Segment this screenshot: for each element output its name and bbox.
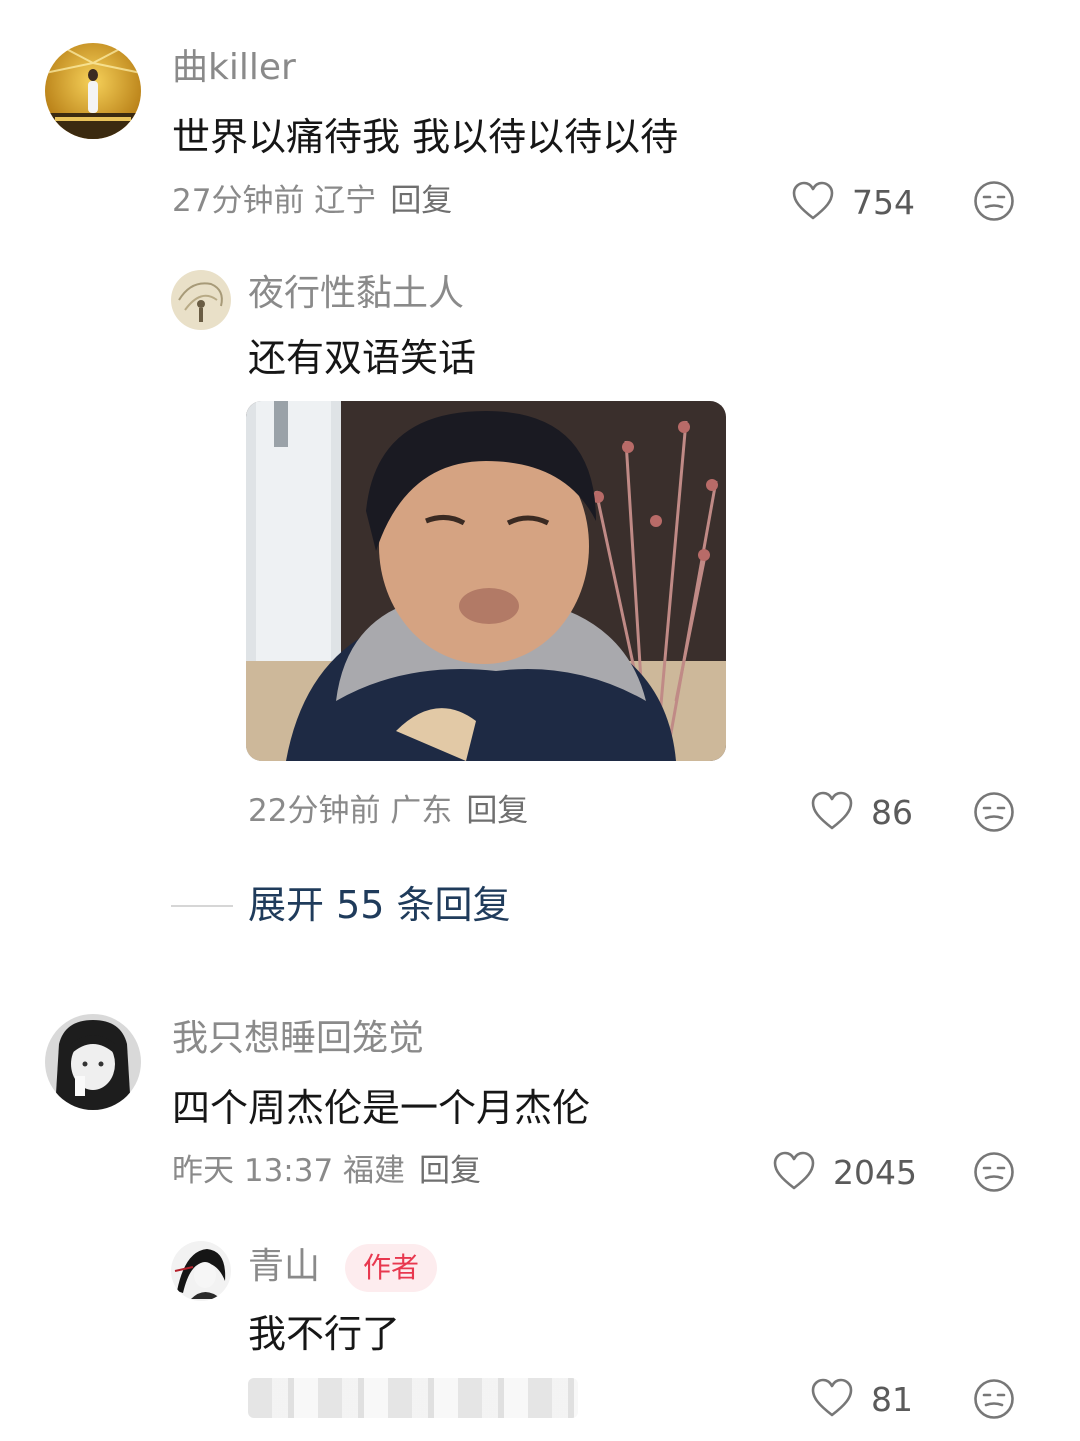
comment-meta: 27分钟前 辽宁 回复 (172, 181, 452, 221)
comment-time-location: 昨天 13:37 福建 (172, 1153, 406, 1189)
reply-time-location: 22分钟前 广东 (248, 793, 453, 829)
comment-username[interactable]: 曲killer (172, 46, 296, 90)
avatar-qingshan[interactable] (171, 1241, 231, 1301)
reply-image-meme[interactable] (246, 401, 726, 761)
comment-time-location: 27分钟前 辽宁 (172, 183, 377, 219)
heart-outline-icon (792, 181, 834, 225)
like-count: 2045 (833, 1153, 917, 1192)
like-button[interactable]: 2045 (773, 1151, 917, 1195)
avatar-qu-killer[interactable] (45, 43, 141, 139)
comment-username[interactable]: 我只想睡回笼觉 (172, 1017, 424, 1061)
meh-face-icon (973, 181, 1015, 226)
reply-text: 我不行了 (248, 1312, 401, 1356)
reply-button[interactable]: 回复 (466, 793, 528, 829)
comment-text: 世界以痛待我 我以待以待以待 (172, 115, 679, 159)
like-count: 754 (852, 183, 915, 222)
dislike-button[interactable] (973, 791, 1015, 837)
meh-face-icon (973, 1379, 1015, 1424)
reply-text: 还有双语笑话 (248, 336, 477, 380)
reply-username[interactable]: 青山 (248, 1245, 320, 1289)
heart-outline-icon (773, 1151, 815, 1195)
expand-replies-button[interactable]: 展开 55 条回复 (248, 882, 511, 928)
heart-outline-icon (811, 791, 853, 835)
like-button[interactable]: 754 (792, 181, 915, 225)
dislike-button[interactable] (973, 1378, 1015, 1424)
comment-text: 四个周杰伦是一个月杰伦 (172, 1086, 591, 1130)
reply-button[interactable]: 回复 (419, 1153, 481, 1189)
reply-meta-obscured (248, 1378, 578, 1418)
author-badge: 作者 (345, 1244, 438, 1292)
meh-face-icon (973, 1152, 1015, 1197)
like-count: 81 (871, 1380, 913, 1419)
dislike-button[interactable] (973, 1151, 1015, 1197)
like-count: 86 (871, 793, 913, 832)
expand-divider (171, 905, 233, 907)
reply-button[interactable]: 回复 (390, 183, 452, 219)
dislike-button[interactable] (973, 180, 1015, 226)
heart-outline-icon (811, 1378, 853, 1422)
like-button[interactable]: 86 (811, 791, 913, 835)
reply-username[interactable]: 夜行性黏土人 (248, 272, 464, 316)
reply-meta: 22分钟前 广东 回复 (248, 791, 528, 831)
avatar-yexingxing[interactable] (171, 270, 231, 330)
like-button[interactable]: 81 (811, 1378, 913, 1422)
avatar-wozhixiang[interactable] (45, 1014, 141, 1110)
comment-meta: 昨天 13:37 福建 回复 (172, 1151, 481, 1191)
meh-face-icon (973, 792, 1015, 837)
